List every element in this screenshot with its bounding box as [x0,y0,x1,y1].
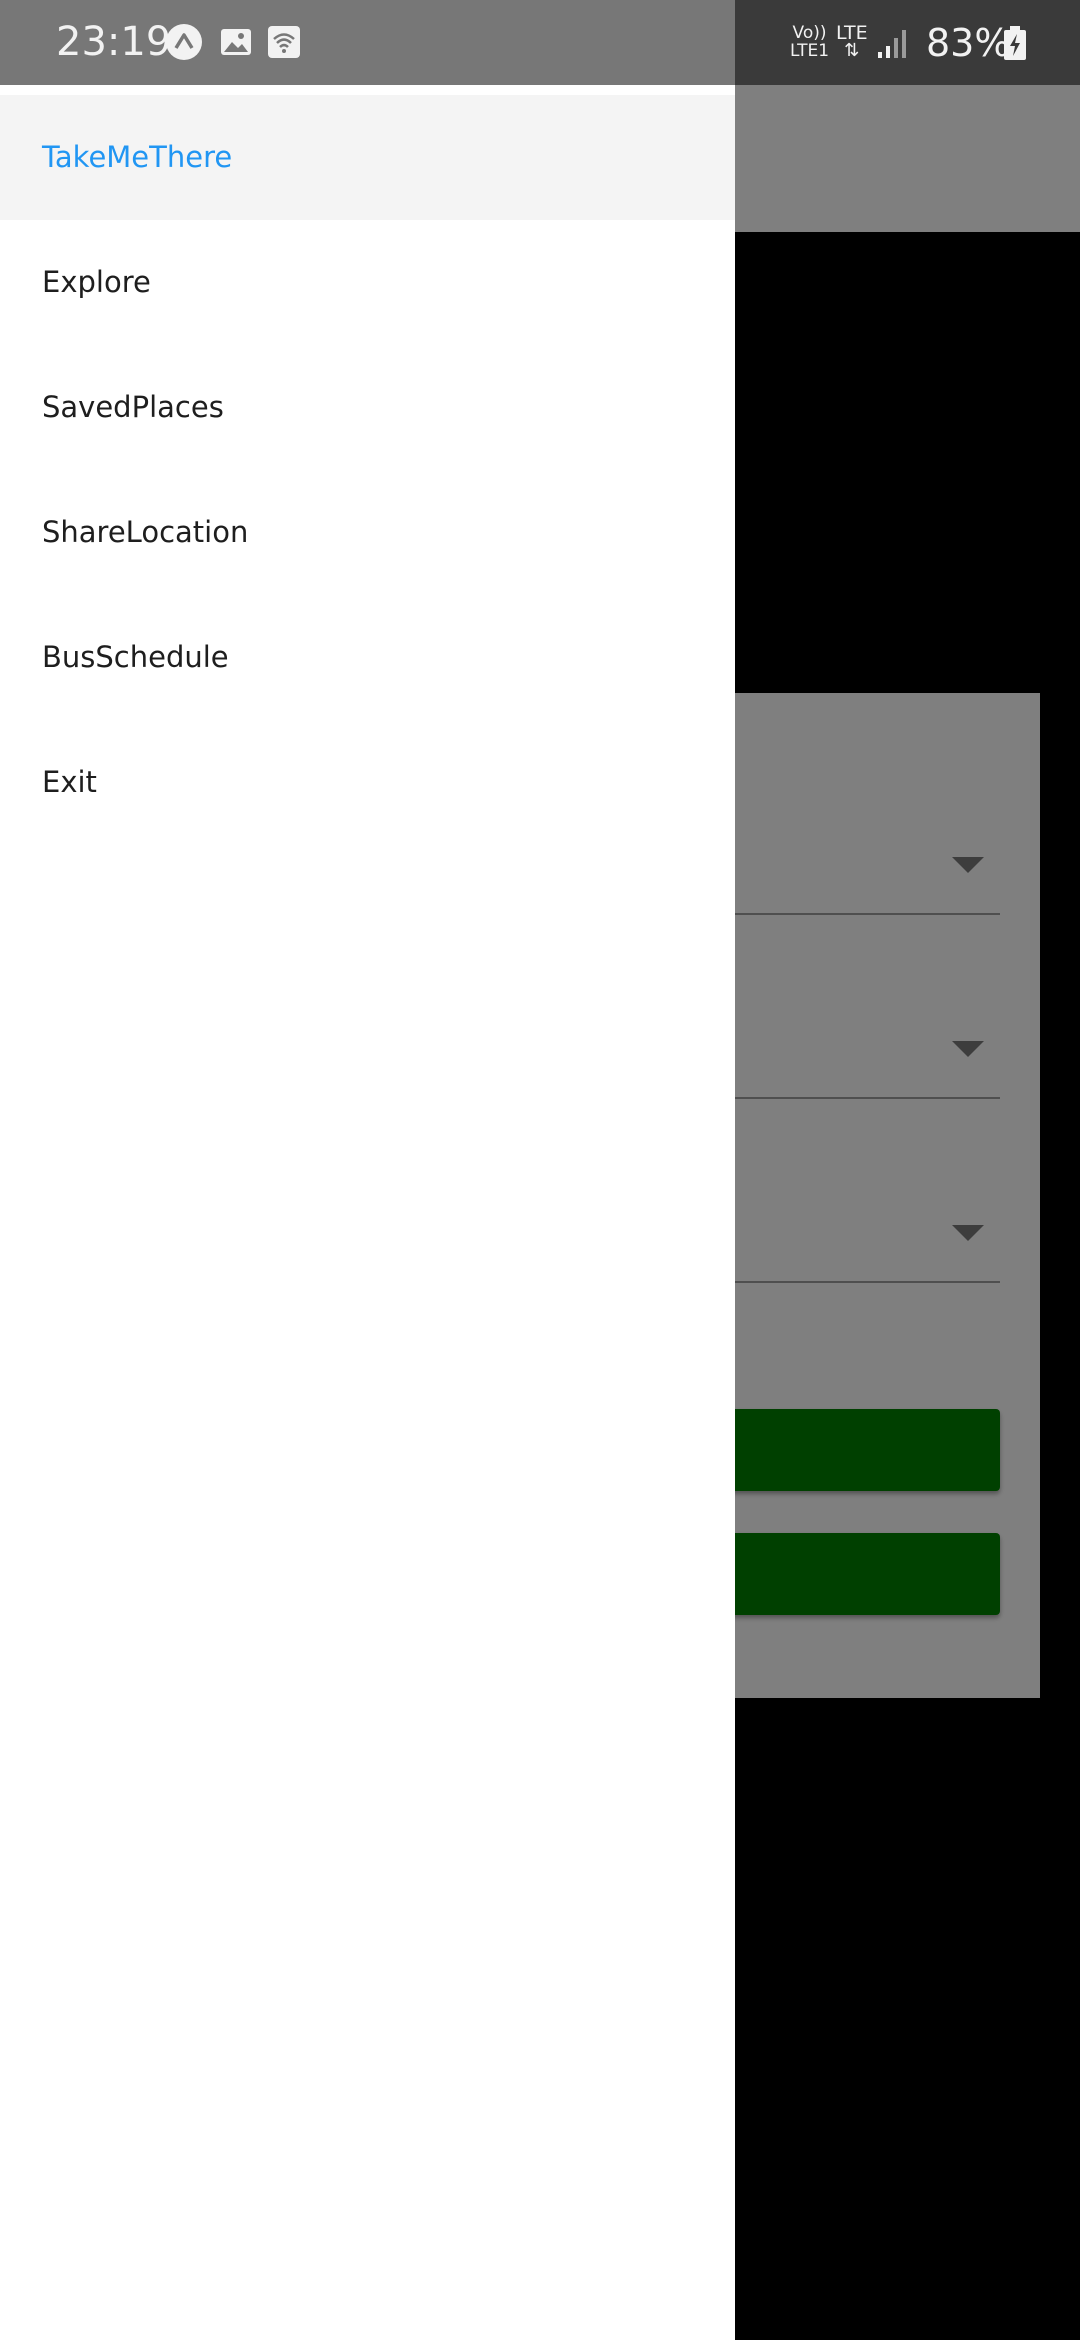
signal-icon [878,30,906,58]
app-notification-icon [166,24,202,60]
volte-indicator: Vo)) LTE1 [790,24,829,60]
network-type-indicator: LTE ⇅ [836,24,868,60]
drawer-item-sharelocation[interactable]: ShareLocation [0,470,735,595]
drawer-item-busschedule[interactable]: BusSchedule [0,595,735,720]
drawer-item-savedplaces[interactable]: SavedPlaces [0,345,735,470]
battery-charging-icon [1004,26,1026,60]
image-icon [221,29,251,55]
lte1-label: LTE1 [790,41,830,61]
status-time: 23:19 [56,19,172,65]
drawer-item-explore[interactable]: Explore [0,220,735,345]
drawer-item-takemethere[interactable]: TakeMeThere [0,95,735,220]
wifi-hotspot-icon [268,26,300,58]
battery-percent: 83% [926,21,1011,65]
navigation-drawer: TakeMeThere Explore SavedPlaces ShareLoc… [0,85,735,2340]
status-bar: 23:19 Vo)) LTE1 LTE ⇅ 83% [0,0,1080,85]
drawer-item-exit[interactable]: Exit [0,720,735,845]
data-arrows-icon: ⇅ [844,40,860,61]
volte-label: Vo)) [792,23,827,43]
